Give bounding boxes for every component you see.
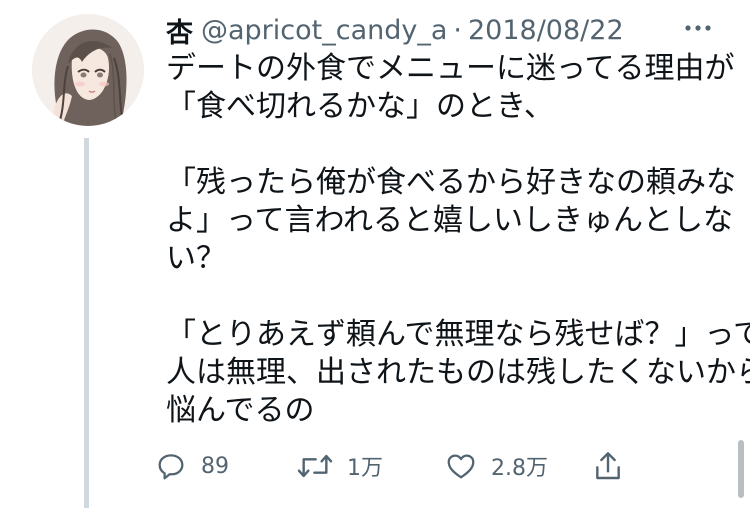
more-dots-icon[interactable] [678, 16, 718, 40]
tweet-text-line: 悩んでるの [166, 393, 315, 428]
tweet-header: 杏 @apricot_candy_a · 2018/08/22 [166, 11, 624, 50]
scrollbar[interactable] [738, 440, 744, 498]
tweet-text-line: 「食べ切れるかな」のとき、 [166, 89, 554, 124]
tweet-text-blank-line [166, 126, 736, 164]
share-icon [593, 450, 623, 482]
tweet-text-line: デートの外食でメニューに迷ってる理由が [166, 51, 735, 86]
avatar-illustration [32, 14, 144, 126]
retweet-count: 1万 [347, 456, 383, 481]
user-handle[interactable]: @apricot_candy_a [201, 15, 447, 46]
share-button[interactable] [593, 444, 623, 488]
tweet-text-line: い？ [166, 241, 226, 276]
tweet-text-line: 人は無理、出されたものは残したくないから [166, 355, 750, 390]
tweet-text-line: 「残ったら俺が食べるから好きなの頼みな [166, 165, 736, 200]
display-name[interactable]: 杏 [166, 11, 193, 50]
reply-count: 89 [201, 453, 229, 479]
like-button[interactable]: 2.8万 [445, 444, 548, 488]
reply-button[interactable]: 89 [155, 444, 229, 488]
tweet-date[interactable]: 2018/08/22 [468, 15, 624, 46]
avatar[interactable] [32, 14, 144, 126]
tweet-text-blank-line [166, 278, 736, 316]
retweet-button[interactable]: 1万 [297, 444, 383, 488]
header-separator: · [453, 14, 462, 46]
tweet-text-line: よ」って言われると嬉しいしきゅんとしな [166, 203, 733, 238]
heart-icon [445, 450, 477, 482]
tweet-actions: 89 1万 2.8万 [155, 444, 635, 488]
like-count: 2.8万 [491, 456, 548, 481]
tweet-text-line: 「とりあえず頼んで無理なら残せば？」って [166, 317, 750, 352]
reply-icon [155, 450, 187, 482]
retweet-icon [297, 450, 333, 482]
tweet: 杏 @apricot_candy_a · 2018/08/22 デートの外食でメ… [0, 0, 750, 508]
tweet-text: デートの外食でメニューに迷ってる理由が 「食べ切れるかな」のとき、 「残ったら俺… [166, 50, 750, 430]
thread-line [84, 138, 89, 508]
